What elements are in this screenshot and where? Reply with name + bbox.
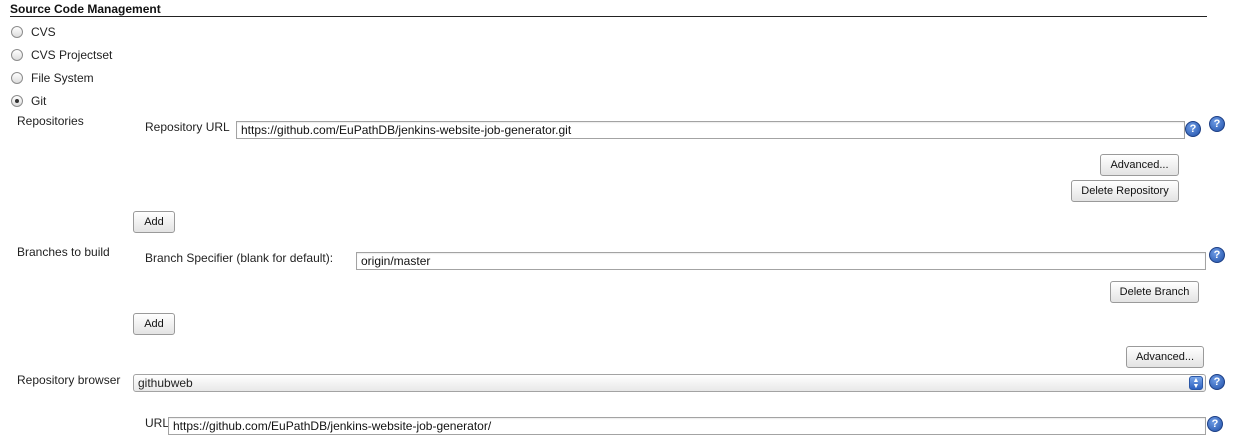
radio-button-selected[interactable] bbox=[11, 95, 23, 107]
branch-specifier-input[interactable] bbox=[356, 252, 1206, 270]
radio-option-git[interactable]: Git bbox=[11, 92, 46, 110]
repository-url-input[interactable] bbox=[236, 121, 1185, 139]
help-icon[interactable]: ? bbox=[1209, 116, 1225, 132]
repository-browser-selected-value: githubweb bbox=[138, 376, 193, 390]
delete-repository-button[interactable]: Delete Repository bbox=[1071, 180, 1179, 202]
delete-branch-button[interactable]: Delete Branch bbox=[1110, 281, 1199, 303]
radio-label: File System bbox=[31, 71, 94, 85]
radio-label: CVS bbox=[31, 25, 56, 39]
add-branch-button[interactable]: Add bbox=[133, 313, 175, 335]
radio-option-file-system[interactable]: File System bbox=[11, 69, 94, 87]
radio-option-cvs-projectset[interactable]: CVS Projectset bbox=[11, 46, 112, 64]
add-repository-button[interactable]: Add bbox=[133, 211, 175, 233]
help-icon[interactable]: ? bbox=[1185, 121, 1201, 137]
radio-button[interactable] bbox=[11, 26, 23, 38]
help-icon[interactable]: ? bbox=[1209, 374, 1225, 390]
section-title: Source Code Management bbox=[10, 2, 161, 16]
radio-option-cvs[interactable]: CVS bbox=[11, 23, 56, 41]
repositories-label: Repositories bbox=[17, 114, 84, 128]
branch-specifier-label: Branch Specifier (blank for default): bbox=[145, 251, 334, 265]
radio-label: Git bbox=[31, 94, 47, 108]
radio-button[interactable] bbox=[11, 72, 23, 84]
section-divider bbox=[10, 16, 1207, 17]
repository-url-label: Repository URL bbox=[145, 120, 230, 134]
browser-url-input[interactable] bbox=[168, 417, 1206, 435]
repository-browser-select[interactable]: githubweb bbox=[133, 374, 1206, 392]
browser-url-label: URL bbox=[145, 416, 170, 430]
repository-browser-label: Repository browser bbox=[17, 373, 121, 387]
up-down-arrows-icon[interactable]: ▲ ▼ bbox=[1189, 376, 1203, 390]
help-icon[interactable]: ? bbox=[1207, 416, 1223, 432]
help-icon[interactable]: ? bbox=[1209, 247, 1225, 263]
repository-advanced-button[interactable]: Advanced... bbox=[1100, 154, 1179, 176]
radio-label: CVS Projectset bbox=[31, 48, 113, 62]
advanced-button[interactable]: Advanced... bbox=[1126, 346, 1204, 368]
branches-label: Branches to build bbox=[17, 245, 110, 259]
radio-button[interactable] bbox=[11, 49, 23, 61]
